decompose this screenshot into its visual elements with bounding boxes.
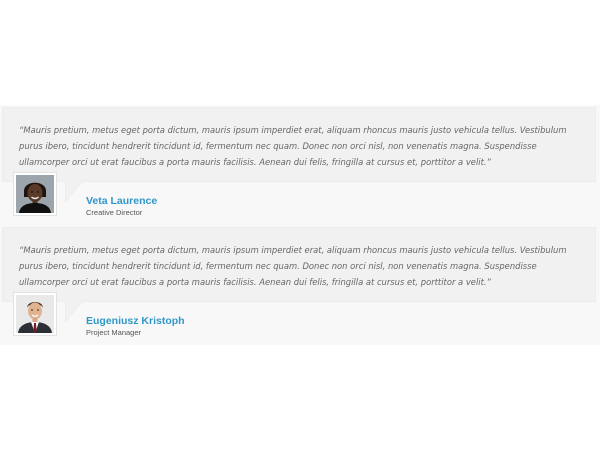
man-portrait-icon [16, 295, 54, 333]
quote-pointer [66, 301, 82, 321]
quote-pointer [66, 181, 82, 201]
quote-text: “Mauris pretium, metus eget porta dictum… [19, 125, 567, 167]
quote-text: “Mauris pretium, metus eget porta dictum… [19, 245, 567, 287]
testimonial-item: “Mauris pretium, metus eget porta dictum… [0, 225, 600, 345]
woman-portrait-icon [16, 175, 54, 213]
quote-box: “Mauris pretium, metus eget porta dictum… [2, 227, 596, 302]
avatar [13, 172, 57, 216]
testimonials-section: “Mauris pretium, metus eget porta dictum… [0, 105, 600, 345]
author-name[interactable]: Eugeniusz Kristoph [86, 315, 185, 327]
quote-box: “Mauris pretium, metus eget porta dictum… [2, 107, 596, 182]
author-name[interactable]: Veta Laurence [86, 195, 157, 207]
testimonial-item: “Mauris pretium, metus eget porta dictum… [0, 105, 600, 225]
author-role: Creative Director [86, 208, 143, 217]
author-role: Project Manager [86, 328, 142, 337]
avatar [13, 292, 57, 336]
